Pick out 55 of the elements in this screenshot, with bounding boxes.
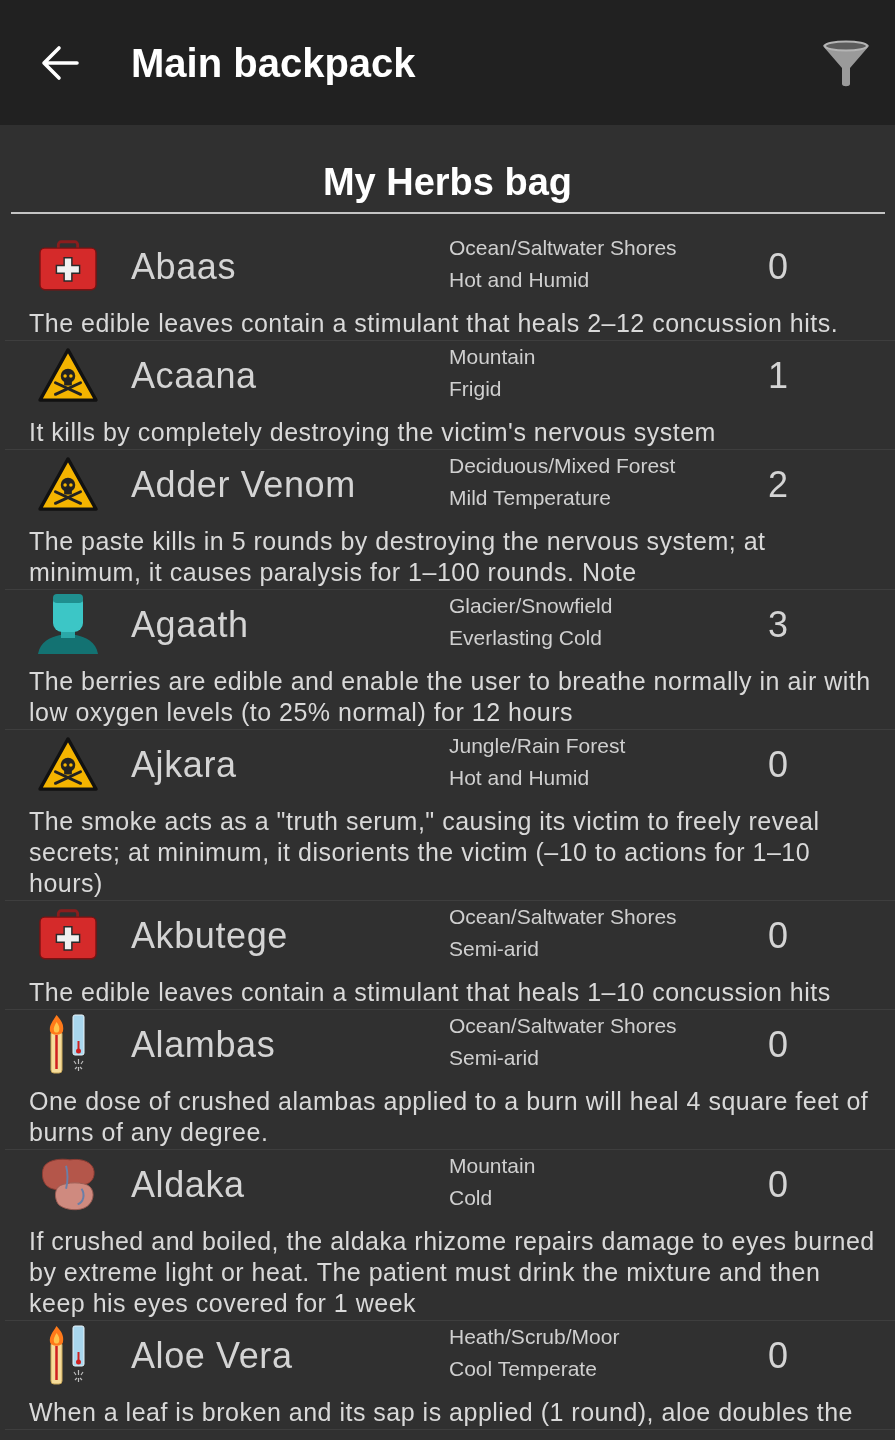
terrain-label: Glacier/Snowfield — [449, 593, 613, 619]
herb-description: If crushed and boiled, the aldaka rhizome repairs damage to eyes burned by extreme light or heat. The patient must drink the mixture and then keep his eyes covered for 1 week — [29, 1226, 876, 1319]
terrain-label: Jungle/Rain Forest — [449, 733, 626, 759]
herb-count: 0 — [768, 1023, 788, 1067]
skull-warning-icon — [37, 456, 99, 512]
climate-label: Frigid — [449, 376, 502, 402]
climate-label: Semi-arid — [449, 936, 539, 962]
terrain-label: Deciduous/Mixed Forest — [449, 453, 676, 479]
herb-name: Aloe Vera — [131, 1334, 293, 1378]
climate-label: Cool Temperate — [449, 1356, 597, 1382]
herb-name: Acaana — [131, 354, 257, 398]
terrain-label: Ocean/Saltwater Shores — [449, 904, 677, 930]
herb-count: 1 — [768, 354, 788, 398]
herb-description: The berries are edible and enable the user to breathe normally in air with low oxygen levels (to 25% normal) for 12 hours — [29, 666, 872, 728]
herb-count: 0 — [768, 914, 788, 958]
herb-name: Abaas — [131, 245, 237, 289]
terrain-label: Ocean/Saltwater Shores — [449, 1013, 677, 1039]
herb-description: The paste kills in 5 rounds by destroying the nervous system; at minimum, it causes paralysis for 1–100 rounds. Note — [29, 526, 767, 588]
herb-count: 0 — [768, 743, 788, 787]
herb-description: When a leaf is broken and its sap is applied (1 round), aloe doubles the — [29, 1397, 853, 1428]
herb-name: Agaath — [131, 603, 249, 647]
screen-title: Main backpack — [131, 39, 416, 87]
herb-description: The edible leaves contain a stimulant that heals 1–10 concussion hits — [29, 977, 831, 1008]
herb-description: One dose of crushed alambas applied to a burn will heal 4 square feet of burns of any degree. — [29, 1086, 870, 1148]
herb-name: Aldaka — [131, 1163, 245, 1207]
back-arrow-icon — [41, 44, 79, 81]
climate-label: Hot and Humid — [449, 765, 590, 791]
herb-name: Alambas — [131, 1023, 276, 1067]
organ-icon — [39, 1156, 97, 1212]
herb-description: It kills by completely destroying the victim's nervous system — [29, 417, 716, 448]
herb-count: 0 — [768, 245, 788, 289]
bust-silhouette-icon — [36, 592, 100, 654]
herb-name: Adder Venom — [131, 463, 356, 507]
herb-count: 3 — [768, 603, 788, 647]
climate-label: Semi-arid — [449, 1045, 539, 1071]
climate-label: Mild Temperature — [449, 485, 611, 511]
first-aid-kit-icon — [39, 909, 97, 960]
herb-description: The edible leaves contain a stimulant that heals 2–12 concussion hits. — [29, 308, 839, 339]
terrain-label: Mountain — [449, 1153, 536, 1179]
bag-title: My Herbs bag — [322, 160, 573, 205]
skull-warning-icon — [37, 736, 99, 792]
terrain-label: Ocean/Saltwater Shores — [449, 235, 677, 261]
climate-label: Cold — [449, 1185, 493, 1211]
herb-count: 2 — [768, 463, 788, 507]
herb-name: Akbutege — [131, 914, 288, 958]
terrain-label: Heath/Scrub/Moor — [449, 1324, 620, 1350]
first-aid-kit-icon — [39, 240, 97, 291]
climate-label: Hot and Humid — [449, 267, 590, 293]
terrain-label: Mountain — [449, 344, 536, 370]
herb-count: 0 — [768, 1163, 788, 1207]
climate-label: Everlasting Cold — [449, 625, 602, 651]
herb-name: Ajkara — [131, 743, 237, 787]
herb-description: The smoke acts as a "truth serum," causing its victim to freely reveal secrets; at minimum, it disorients the victim (–10 to actions for 1–10 hours) — [29, 806, 821, 899]
herb-count: 0 — [768, 1334, 788, 1378]
skull-warning-icon — [37, 347, 99, 403]
